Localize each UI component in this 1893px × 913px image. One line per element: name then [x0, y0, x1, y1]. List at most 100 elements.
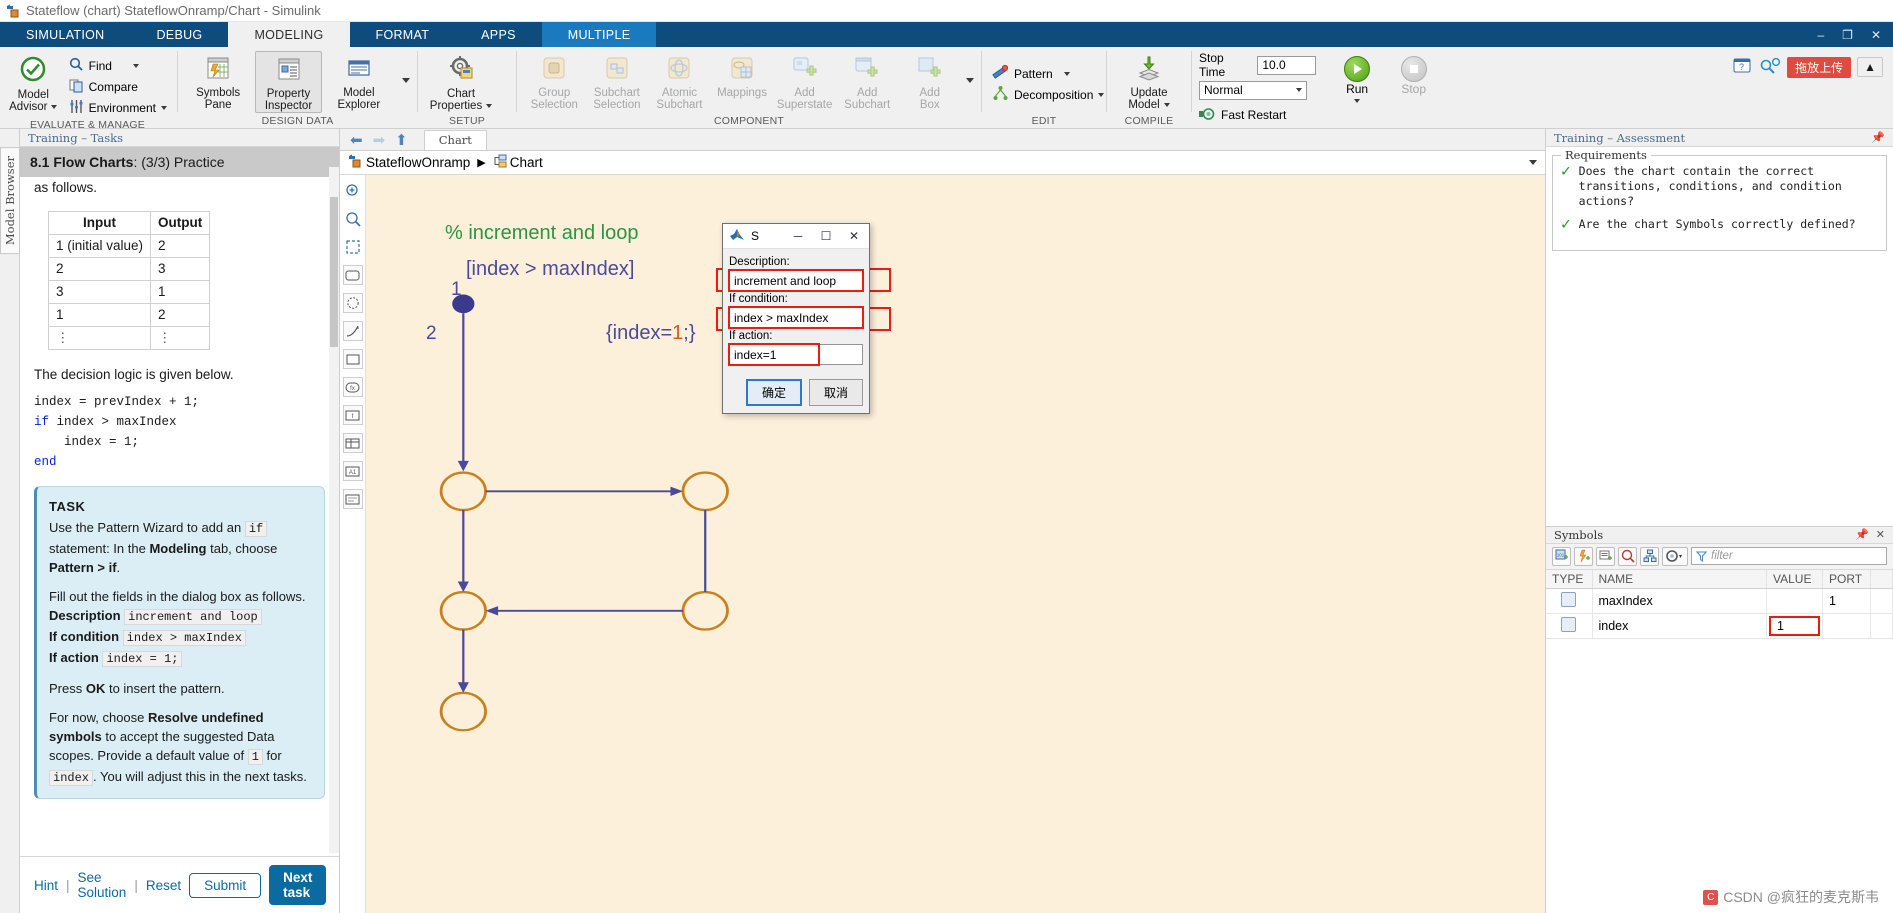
- help-icon[interactable]: ?: [1733, 57, 1753, 78]
- tab-apps[interactable]: APPS: [455, 22, 542, 47]
- tab-simulation[interactable]: SIMULATION: [0, 22, 130, 47]
- component-overflow-icon[interactable]: [966, 77, 975, 83]
- compare-button[interactable]: Compare: [66, 76, 170, 97]
- resolve-symbols-icon[interactable]: [1640, 546, 1659, 566]
- model-advisor-button[interactable]: Model Advisor: [5, 51, 62, 113]
- pattern-button[interactable]: Pattern: [989, 63, 1107, 84]
- add-message-icon[interactable]: [1596, 546, 1615, 566]
- symbol-value-cell[interactable]: [1766, 588, 1823, 614]
- reset-link[interactable]: Reset: [146, 878, 181, 893]
- col-name[interactable]: NAME: [1592, 569, 1767, 589]
- breadcrumb-chevron-down-icon[interactable]: [1529, 160, 1537, 165]
- minimize-button[interactable]: –: [1813, 28, 1828, 42]
- col-type[interactable]: TYPE: [1546, 569, 1593, 589]
- chevron-down-icon[interactable]: [161, 105, 167, 110]
- task-panel-scrollbar[interactable]: [329, 167, 339, 853]
- annotation-tool[interactable]: [342, 489, 363, 509]
- close-button[interactable]: ✕: [1867, 28, 1885, 42]
- tab-debug[interactable]: DEBUG: [130, 22, 228, 47]
- pin-icon[interactable]: 📌: [1871, 131, 1885, 144]
- find-button[interactable]: Find: [66, 55, 170, 76]
- zoom-in-tool[interactable]: [343, 209, 363, 229]
- stateflow-canvas[interactable]: % increment and loop [index > maxIndex] …: [366, 175, 1545, 913]
- subchart-selection-button[interactable]: Subchart Selection: [587, 51, 648, 111]
- tab-multiple[interactable]: MULTIPLE: [541, 22, 657, 47]
- add-superstate-button[interactable]: Add Superstate: [774, 51, 835, 111]
- col-port[interactable]: PORT: [1822, 569, 1871, 589]
- atomic-subchart-button[interactable]: Atomic Subchart: [649, 51, 710, 111]
- symbol-value-cell[interactable]: 1: [1769, 615, 1820, 636]
- tab-modeling[interactable]: MODELING: [228, 22, 350, 47]
- dialog-maximize-button[interactable]: ☐: [815, 226, 837, 246]
- collapse-ribbon-button[interactable]: ▲: [1857, 57, 1883, 77]
- chart-order-label-1[interactable]: 1: [451, 279, 462, 301]
- chevron-down-icon[interactable]: [1163, 103, 1170, 107]
- symbol-name-cell[interactable]: maxIndex: [1592, 588, 1767, 614]
- history-junction-tool[interactable]: [342, 293, 363, 313]
- graphical-function-tool[interactable]: f: [342, 405, 363, 425]
- up-arrow-icon[interactable]: ⬆: [395, 132, 408, 150]
- table-row[interactable]: maxIndex 1: [1546, 588, 1893, 614]
- maximize-button[interactable]: ❐: [1838, 28, 1857, 42]
- breadcrumb-leaf[interactable]: Chart: [510, 155, 543, 170]
- chevron-down-icon[interactable]: [486, 104, 493, 108]
- upload-badge[interactable]: 拖放上传: [1787, 56, 1852, 78]
- sim-mode-select[interactable]: Normal: [1199, 80, 1307, 100]
- symbol-name-cell[interactable]: index: [1592, 613, 1767, 639]
- design-data-overflow-icon[interactable]: [402, 77, 410, 83]
- stop-button[interactable]: Stop: [1388, 56, 1439, 96]
- model-browser-strip[interactable]: Model Browser: [0, 129, 20, 913]
- tab-format[interactable]: FORMAT: [350, 22, 456, 47]
- chart-comment[interactable]: % increment and loop: [445, 222, 638, 245]
- dialog-ok-button[interactable]: 确定: [745, 379, 802, 406]
- chevron-down-icon[interactable]: [132, 63, 139, 68]
- state-tool[interactable]: [342, 265, 363, 285]
- dialog-description-input[interactable]: increment and loop: [728, 269, 864, 292]
- truth-table-tool[interactable]: [342, 433, 363, 453]
- breadcrumb-root[interactable]: StateflowOnramp: [366, 155, 470, 170]
- symbols-filter-input[interactable]: filter: [1691, 547, 1887, 565]
- environment-button[interactable]: Environment: [66, 97, 170, 118]
- col-value[interactable]: VALUE: [1766, 569, 1823, 589]
- symbol-port-cell[interactable]: [1822, 613, 1871, 639]
- fit-to-view-tool[interactable]: [343, 181, 363, 201]
- property-inspector-button[interactable]: Property Inspector: [255, 51, 322, 113]
- forward-arrow-icon[interactable]: ➡: [373, 132, 386, 150]
- model-explorer-button[interactable]: Model Explorer: [326, 51, 392, 111]
- scrollbar-thumb[interactable]: [330, 197, 338, 347]
- group-selection-button[interactable]: Group Selection: [524, 51, 585, 111]
- fit-system-tool[interactable]: [343, 237, 363, 257]
- decomposition-button[interactable]: Decomposition: [989, 84, 1107, 105]
- chevron-down-icon[interactable]: [1063, 71, 1070, 76]
- dialog-cancel-button[interactable]: 取消: [808, 379, 863, 406]
- add-box-button[interactable]: Add Box: [899, 51, 960, 111]
- run-button[interactable]: Run: [1332, 56, 1383, 103]
- symbol-port-cell[interactable]: 1: [1822, 588, 1871, 614]
- hint-link[interactable]: Hint: [34, 878, 58, 893]
- symbols-pane-button[interactable]: Symbols Pane: [185, 51, 251, 111]
- chart-order-label-2[interactable]: 2: [426, 323, 437, 345]
- function-tool[interactable]: fx: [342, 377, 363, 397]
- transition-tool[interactable]: [342, 321, 363, 341]
- find-unused-icon[interactable]: [1618, 546, 1637, 566]
- chart-action-label[interactable]: {index=1;}: [606, 322, 696, 345]
- mappings-button[interactable]: Mappings: [712, 51, 773, 99]
- box-tool[interactable]: [342, 349, 363, 369]
- chevron-down-icon[interactable]: [1098, 92, 1105, 97]
- dialog-minimize-button[interactable]: ─: [787, 226, 809, 246]
- dialog-ifaction-input[interactable]: index=1: [729, 344, 863, 365]
- chart-properties-button[interactable]: Chart Properties: [425, 51, 497, 112]
- chart-tab[interactable]: Chart: [423, 130, 487, 150]
- close-icon[interactable]: ✕: [1876, 528, 1885, 541]
- pattern-wizard-dialog[interactable]: S ─ ☐ ✕ Description: increment and loop …: [722, 223, 870, 414]
- dialog-ifcondition-input[interactable]: index > maxIndex: [728, 306, 864, 329]
- back-arrow-icon[interactable]: ⬅: [350, 132, 363, 150]
- table-row[interactable]: index 1: [1546, 613, 1893, 639]
- update-model-button[interactable]: Update Model: [1114, 51, 1184, 111]
- add-event-icon[interactable]: [1574, 546, 1593, 566]
- settings-icon[interactable]: [1662, 546, 1688, 566]
- matlab-function-tool[interactable]: A1: [342, 461, 363, 481]
- add-data-icon[interactable]: 101: [1552, 546, 1571, 566]
- next-task-button[interactable]: Next task: [269, 865, 327, 905]
- search-icon[interactable]: [1759, 57, 1781, 78]
